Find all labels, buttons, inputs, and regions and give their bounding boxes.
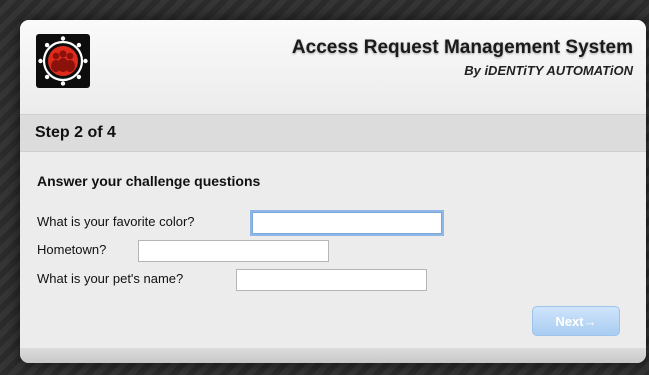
- question-label-favorite-color: What is your favorite color?: [37, 214, 195, 229]
- people-group-logo-icon: [36, 34, 90, 88]
- favorite-color-input[interactable]: [252, 212, 442, 234]
- hometown-input[interactable]: [138, 240, 329, 262]
- app-subtitle: By iDENTiTY AUTOMATiON: [464, 63, 633, 78]
- footer-strip: [20, 348, 646, 363]
- app-header: Access Request Management System By iDEN…: [20, 20, 646, 114]
- next-button[interactable]: Next→: [532, 306, 620, 336]
- app-title: Access Request Management System: [291, 37, 633, 58]
- main-card: Access Request Management System By iDEN…: [20, 20, 646, 363]
- question-label-hometown: Hometown?: [37, 242, 107, 257]
- question-label-pet-name: What is your pet's name?: [37, 271, 184, 286]
- step-bar: Step 2 of 4: [20, 114, 646, 152]
- step-indicator: Step 2 of 4: [35, 124, 116, 141]
- pet-name-input[interactable]: [236, 269, 427, 291]
- form-title: Answer your challenge questions: [37, 173, 261, 189]
